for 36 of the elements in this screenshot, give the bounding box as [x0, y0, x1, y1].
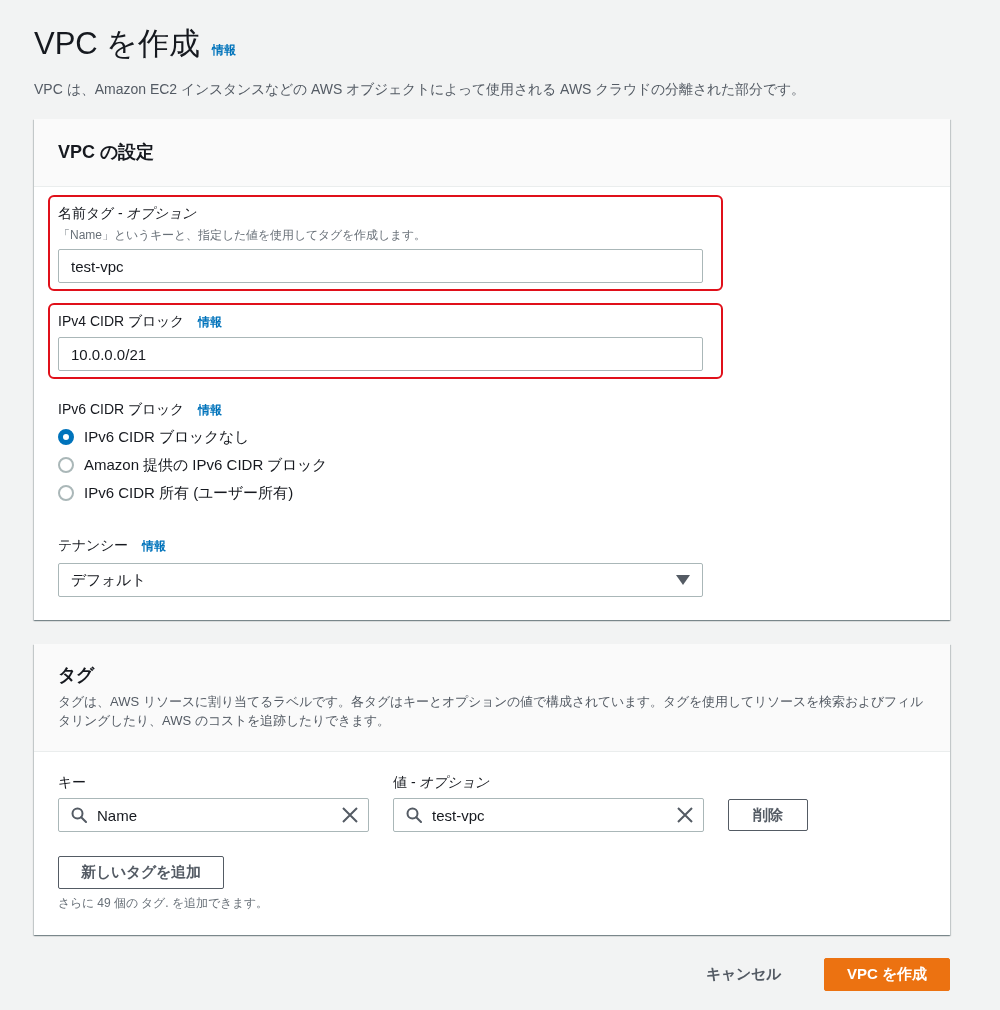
card-description: タグは、AWS リソースに割り当てるラベルです。各タグはキーとオプションの値で構成されています。タグを使用してリソースを検索およびフィルタリングしたり、AWS のコストを追跡したりできます。 [58, 693, 924, 730]
clear-icon[interactable] [677, 807, 693, 823]
field-label: テナンシー [58, 536, 128, 555]
add-tag-button[interactable]: 新しいタグを追加 [58, 856, 224, 889]
cancel-button[interactable]: キャンセル [683, 958, 804, 991]
search-icon [71, 807, 87, 823]
field-label: IPv4 CIDR ブロック [58, 312, 184, 331]
caret-down-icon [676, 575, 690, 585]
radio-button[interactable] [58, 457, 74, 473]
field-hint: 「Name」というキーと、指定した値を使用してタグを作成します。 [58, 227, 427, 243]
card-title: タグ [58, 664, 96, 687]
column-label: キー [58, 773, 87, 792]
field-label: 名前タグ - オプション [58, 204, 197, 223]
field-label: IPv6 CIDR ブロック [58, 400, 184, 419]
value-search-field[interactable]: test-vpc [393, 798, 704, 832]
tag-limit-note: さらに 49 個の タグ. を追加できます。 [58, 895, 270, 911]
card-title: VPC の設定 [58, 141, 155, 164]
text-input-field[interactable]: test-vpc [58, 249, 703, 283]
option-label[interactable]: IPv6 CIDR 所有 (ユーザー所有) [84, 483, 294, 503]
radio-button[interactable] [58, 485, 74, 501]
search-icon [406, 807, 422, 823]
info-link[interactable]: 情報 [142, 538, 166, 555]
column-label: 値 - オプション [393, 773, 491, 792]
info-link[interactable]: 情報 [198, 402, 222, 419]
remove-button[interactable]: 削除 [728, 799, 808, 831]
key-search-field[interactable]: Name [58, 798, 369, 832]
option-label[interactable]: Amazon 提供の IPv6 CIDR ブロック [84, 455, 328, 475]
page-title: VPC を作成 [34, 25, 201, 63]
option-label[interactable]: IPv6 CIDR ブロックなし [84, 427, 249, 447]
radio-button[interactable] [58, 429, 74, 445]
text-input-field[interactable]: 10.0.0.0/21 [58, 337, 703, 371]
info-link[interactable]: 情報 [198, 314, 222, 331]
page-description: VPC は、Amazon EC2 インスタンスなどの AWS オブジェクトによって使用される AWS クラウドの分離された部分です。 [34, 80, 807, 99]
info-link[interactable]: 情報 [212, 42, 237, 59]
clear-icon[interactable] [342, 807, 358, 823]
dropdown-field[interactable]: デフォルト [58, 563, 703, 597]
